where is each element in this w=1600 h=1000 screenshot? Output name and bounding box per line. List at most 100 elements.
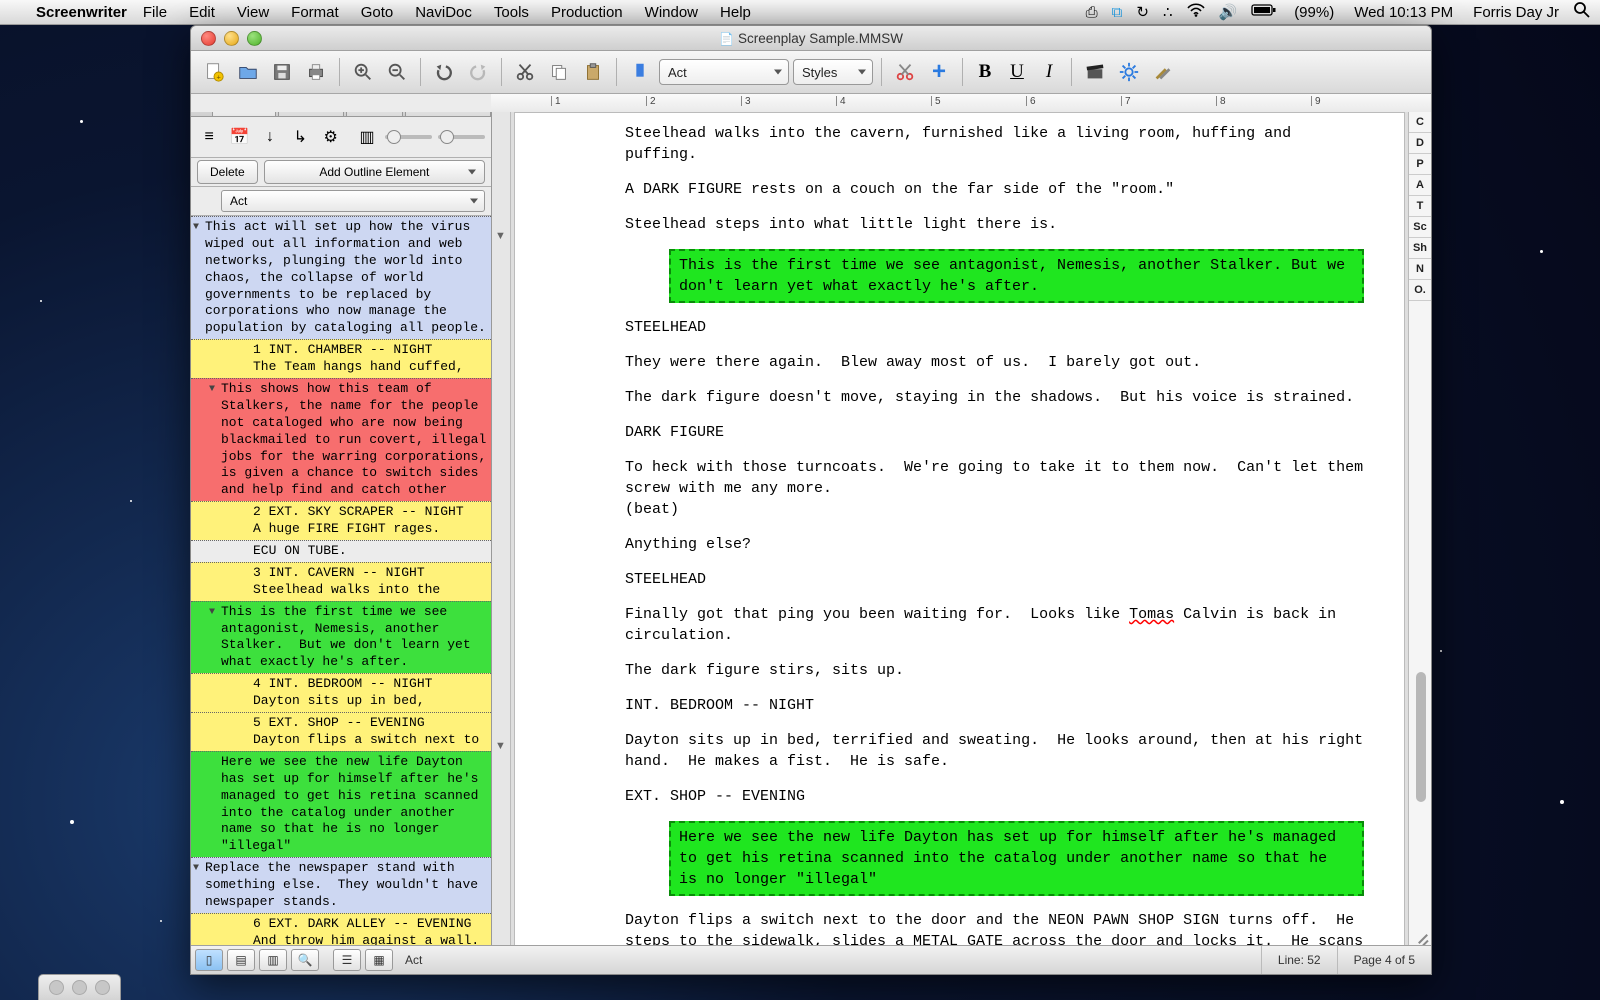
dropbox-icon[interactable]: ⧉: [1112, 4, 1123, 21]
tab-notes[interactable]: Notes: [346, 112, 403, 116]
app-menu[interactable]: Screenwriter: [36, 4, 127, 21]
outline-level-select[interactable]: Act: [221, 190, 485, 212]
menu-help[interactable]: Help: [720, 4, 751, 21]
bookmark-icon[interactable]: [625, 57, 655, 87]
background-window-lights[interactable]: [38, 974, 121, 1000]
outline-indent-icon[interactable]: ≡: [197, 124, 221, 150]
tab-outline[interactable]: Outline: [212, 112, 276, 116]
script-note[interactable]: This is the first time we see antagonist…: [669, 249, 1364, 303]
titlebar[interactable]: 📄Screenplay Sample.MMSW: [191, 26, 1431, 51]
outline-item[interactable]: 2 EXT. SKY SCRAPER -- NIGHT A huge FIRE …: [191, 501, 491, 540]
view-mode-5[interactable]: ☰: [333, 949, 361, 971]
battery-icon[interactable]: [1251, 3, 1277, 21]
redo-icon[interactable]: [463, 57, 493, 87]
outline-item[interactable]: 1 INT. CHAMBER -- NIGHT The Team hangs h…: [191, 339, 491, 378]
zoom-out-icon[interactable]: [382, 57, 412, 87]
bg-close-button[interactable]: [49, 980, 64, 995]
open-icon[interactable]: [233, 57, 263, 87]
outline-slider-1[interactable]: [385, 135, 432, 139]
view-mode-3[interactable]: ▥: [259, 949, 287, 971]
bold-button[interactable]: B: [971, 59, 999, 85]
spotlight-icon[interactable]: [1573, 1, 1590, 23]
menu-navidoc[interactable]: NaviDoc: [415, 4, 472, 21]
disclosure-triangle-icon[interactable]: ▼: [209, 383, 215, 396]
bluetooth-icon[interactable]: ∴: [1163, 3, 1173, 21]
cut2-icon[interactable]: [890, 57, 920, 87]
copy-icon[interactable]: [544, 57, 574, 87]
menu-file[interactable]: File: [143, 4, 167, 21]
strip-sc[interactable]: Sc: [1409, 217, 1431, 238]
view-mode-2[interactable]: ▤: [227, 949, 255, 971]
gear-icon[interactable]: [1114, 57, 1144, 87]
zoom-in-icon[interactable]: [348, 57, 378, 87]
view-mode-6[interactable]: ▦: [365, 949, 393, 971]
outline-item[interactable]: ▼This act will set up how the virus wipe…: [191, 216, 491, 339]
vertical-scrollbar[interactable]: [1413, 252, 1431, 926]
tool-icon[interactable]: [1148, 57, 1178, 87]
timemachine-icon[interactable]: ↻: [1136, 3, 1149, 21]
undo-icon[interactable]: [429, 57, 459, 87]
outline-gear-icon[interactable]: ⚙: [319, 124, 343, 150]
outline-item[interactable]: ECU ON TUBE.: [191, 540, 491, 562]
italic-button[interactable]: I: [1035, 59, 1063, 85]
collapse-marker-icon[interactable]: ▼: [495, 740, 506, 752]
bg-minimize-button[interactable]: [72, 980, 87, 995]
styles-select[interactable]: Styles: [793, 59, 873, 85]
strip-a[interactable]: A: [1409, 175, 1431, 196]
clock[interactable]: Wed 10:13 PM: [1354, 4, 1453, 21]
script-page[interactable]: Steelhead walks into the cavern, furnish…: [514, 112, 1405, 946]
close-button[interactable]: [201, 31, 216, 46]
strip-p[interactable]: P: [1409, 154, 1431, 175]
outline-item[interactable]: ▼This is the first time we see antagonis…: [191, 601, 491, 674]
outline-item[interactable]: 6 EXT. DARK ALLEY -- EVENING And throw h…: [191, 913, 491, 946]
paste-icon[interactable]: [578, 57, 608, 87]
strip-d[interactable]: D: [1409, 133, 1431, 154]
outline-slider-2[interactable]: [438, 135, 485, 139]
strip-t[interactable]: T: [1409, 196, 1431, 217]
outline-item[interactable]: 3 INT. CAVERN -- NIGHT Steelhead walks i…: [191, 562, 491, 601]
disclosure-triangle-icon[interactable]: ▼: [193, 221, 199, 234]
new-doc-icon[interactable]: +: [199, 57, 229, 87]
menuextra-icon[interactable]: ⎙: [1086, 4, 1098, 21]
volume-icon[interactable]: 🔊: [1219, 3, 1238, 21]
element-select[interactable]: Act: [659, 59, 789, 85]
outline-item[interactable]: ▼This shows how this team of Stalkers, t…: [191, 378, 491, 501]
menu-window[interactable]: Window: [645, 4, 698, 21]
outline-item[interactable]: Here we see the new life Dayton has set …: [191, 751, 491, 857]
resize-corner-icon[interactable]: [1415, 930, 1429, 944]
outline-right-icon[interactable]: ↳: [288, 124, 312, 150]
add-outline-element-button[interactable]: Add Outline Element: [264, 160, 485, 184]
disclosure-triangle-icon[interactable]: ▼: [193, 862, 199, 875]
scroll-thumb[interactable]: [1416, 672, 1426, 802]
bg-zoom-button[interactable]: [95, 980, 110, 995]
add-note-icon[interactable]: +: [924, 57, 954, 87]
wifi-icon[interactable]: [1187, 3, 1205, 21]
menu-tools[interactable]: Tools: [494, 4, 529, 21]
tab-scenes[interactable]: Scenes: [278, 112, 344, 116]
collapse-marker-icon[interactable]: ▼: [495, 230, 506, 242]
outline-item[interactable]: 5 EXT. SHOP -- EVENING Dayton flips a sw…: [191, 712, 491, 751]
battery-percent[interactable]: (99%): [1294, 4, 1334, 21]
minimize-button[interactable]: [224, 31, 239, 46]
menu-edit[interactable]: Edit: [189, 4, 215, 21]
delete-button[interactable]: Delete: [197, 160, 258, 184]
menu-view[interactable]: View: [237, 4, 269, 21]
outline-item[interactable]: ▼Replace the newspaper stand with someth…: [191, 857, 491, 913]
menu-goto[interactable]: Goto: [361, 4, 394, 21]
user-menu[interactable]: Forris Day Jr: [1473, 4, 1559, 21]
print-icon[interactable]: [301, 57, 331, 87]
view-mode-4[interactable]: 🔍: [291, 949, 319, 971]
menu-production[interactable]: Production: [551, 4, 623, 21]
save-icon[interactable]: [267, 57, 297, 87]
outline-calendar-icon[interactable]: 📅: [227, 124, 251, 150]
slate-icon[interactable]: [1080, 57, 1110, 87]
script-note[interactable]: Here we see the new life Dayton has set …: [669, 821, 1364, 896]
underline-button[interactable]: U: [1003, 59, 1031, 85]
menu-format[interactable]: Format: [291, 4, 339, 21]
disclosure-triangle-icon[interactable]: ▼: [209, 606, 215, 619]
view-mode-1[interactable]: ▯: [195, 949, 223, 971]
outline-down-icon[interactable]: ↓: [258, 124, 282, 150]
outline-item[interactable]: 4 INT. BEDROOM -- NIGHT Dayton sits up i…: [191, 673, 491, 712]
outline-columns-icon[interactable]: ▥: [355, 124, 379, 150]
zoom-button[interactable]: [247, 31, 262, 46]
